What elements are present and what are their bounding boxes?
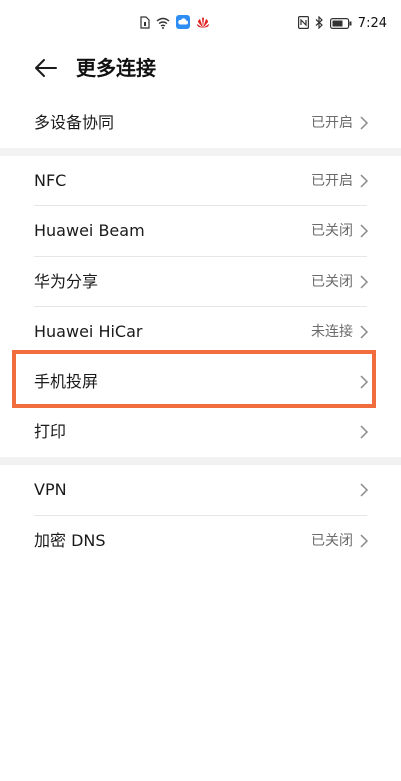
row-label: VPN bbox=[34, 480, 67, 499]
section-separator bbox=[0, 148, 401, 156]
row-label: 手机投屏 bbox=[34, 372, 99, 391]
row-label: 打印 bbox=[34, 422, 67, 441]
status-notification-icons bbox=[140, 14, 210, 32]
back-button[interactable] bbox=[30, 54, 62, 82]
chevron-right-icon bbox=[360, 483, 369, 497]
chevron-right-icon bbox=[360, 275, 369, 289]
row-status: 已关闭 bbox=[311, 223, 353, 239]
row-nfc[interactable]: NFC 已开启 bbox=[0, 156, 401, 206]
bluetooth-icon bbox=[315, 14, 324, 33]
row-label: NFC bbox=[34, 171, 67, 190]
app-header: 更多连接 bbox=[0, 44, 401, 92]
row-huawei-beam[interactable]: Huawei Beam 已关闭 bbox=[0, 206, 401, 256]
wifi-icon bbox=[156, 14, 170, 33]
row-status: 已开启 bbox=[311, 173, 353, 189]
row-label: Huawei Beam bbox=[34, 221, 145, 240]
row-status: 未连接 bbox=[311, 324, 353, 340]
nfc-icon bbox=[297, 14, 309, 33]
chevron-right-icon bbox=[360, 375, 369, 389]
chevron-right-icon bbox=[360, 174, 369, 188]
battery-icon bbox=[329, 14, 352, 33]
row-vpn[interactable]: VPN bbox=[0, 465, 401, 515]
row-status: 已开启 bbox=[311, 115, 353, 131]
row-label: 华为分享 bbox=[34, 272, 99, 291]
section-separator bbox=[0, 457, 401, 465]
row-encrypted-dns[interactable]: 加密 DNS 已关闭 bbox=[0, 516, 401, 566]
status-system-icons: 7:24 bbox=[297, 12, 387, 34]
row-screen-projection[interactable]: 手机投屏 bbox=[0, 357, 401, 407]
row-multi-device-collaboration[interactable]: 多设备协同 已开启 bbox=[0, 98, 401, 148]
sim-icon bbox=[140, 14, 150, 33]
status-time: 7:24 bbox=[357, 15, 387, 31]
huawei-logo-icon bbox=[196, 14, 210, 33]
chevron-right-icon bbox=[360, 224, 369, 238]
row-print[interactable]: 打印 bbox=[0, 407, 401, 457]
chevron-right-icon bbox=[360, 534, 369, 548]
row-label: Huawei HiCar bbox=[34, 322, 143, 341]
row-huawei-share[interactable]: 华为分享 已关闭 bbox=[0, 257, 401, 307]
chevron-right-icon bbox=[360, 325, 369, 339]
row-status: 已关闭 bbox=[311, 274, 353, 290]
cloud-app-icon bbox=[176, 14, 190, 33]
row-label: 加密 DNS bbox=[34, 531, 106, 550]
chevron-right-icon bbox=[360, 425, 369, 439]
status-bar: 7:24 bbox=[0, 0, 401, 44]
chevron-right-icon bbox=[360, 116, 369, 130]
page-title: 更多连接 bbox=[76, 56, 156, 80]
row-label: 多设备协同 bbox=[34, 113, 115, 132]
row-status: 已关闭 bbox=[311, 533, 353, 549]
back-arrow-icon bbox=[35, 59, 57, 77]
row-huawei-hicar[interactable]: Huawei HiCar 未连接 bbox=[0, 307, 401, 357]
